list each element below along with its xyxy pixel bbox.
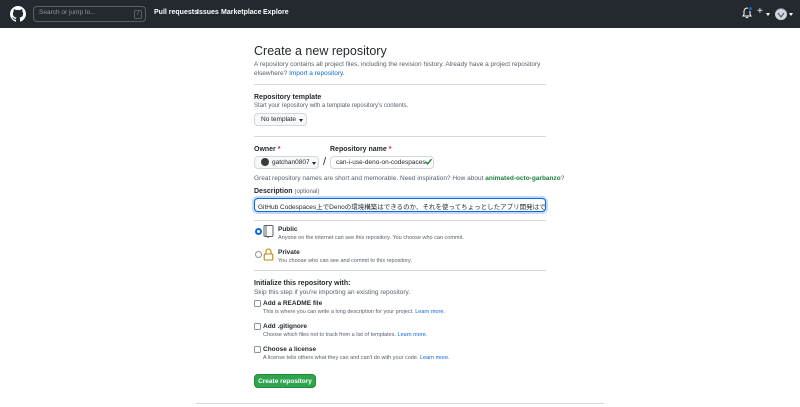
search-placeholder: Search or jump to... — [39, 9, 96, 16]
repo-name-input[interactable]: can-i-use-deno-on-codespaces — [330, 156, 434, 169]
owner-repo-separator: / — [323, 156, 327, 168]
private-title: Private — [278, 249, 300, 256]
init-label: Initialize this repository with: — [254, 280, 351, 287]
owner-label: Owner * — [254, 146, 281, 153]
readme-description: This is where you can write a long descr… — [263, 309, 445, 315]
nav-marketplace[interactable]: Marketplace — [221, 9, 261, 16]
global-header: Search or jump to... / Pull requests Iss… — [0, 0, 800, 28]
repo-icon — [263, 225, 274, 238]
search-input[interactable]: Search or jump to... / — [33, 6, 146, 22]
plus-icon[interactable]: + — [757, 6, 763, 17]
chevron-down-icon — [312, 162, 316, 165]
license-description: A license tells others what they can and… — [263, 355, 450, 361]
readme-learn-more-link[interactable]: Learn more. — [415, 309, 445, 315]
template-label: Repository template — [254, 94, 322, 101]
page-title: Create a new repository — [254, 44, 387, 58]
github-logo-icon[interactable] — [10, 6, 26, 22]
readme-title: Add a README file — [263, 300, 323, 307]
search-shortcut-badge: / — [134, 10, 142, 19]
description-label: Description (optional) — [254, 188, 320, 195]
repo-name-label: Repository name * — [330, 146, 392, 153]
divider — [254, 220, 546, 221]
repo-name-hint: Great repository names are short and mem… — [254, 175, 565, 182]
license-learn-more-link[interactable]: Learn more. — [420, 355, 450, 361]
notification-indicator — [748, 6, 753, 11]
public-radio[interactable] — [255, 228, 262, 235]
nav-issues[interactable]: Issues — [197, 9, 219, 16]
avatar-caret-icon — [789, 13, 793, 16]
user-avatar[interactable] — [775, 8, 787, 20]
name-suggestion-link[interactable]: animated-octo-garbanzo — [485, 175, 560, 182]
license-title: Choose a license — [263, 346, 317, 353]
chevron-down-icon — [299, 119, 303, 122]
template-select-button[interactable]: No template — [254, 113, 307, 126]
import-repository-link[interactable]: Import a repository. — [289, 70, 345, 77]
gitignore-description: Choose which files not to track from a l… — [263, 332, 428, 338]
nav-pull-requests[interactable]: Pull requests — [154, 9, 198, 16]
plus-caret-icon — [766, 13, 770, 16]
gitignore-title: Add .gitignore — [263, 323, 308, 330]
check-icon — [425, 158, 433, 165]
divider — [254, 84, 546, 85]
nav-explore[interactable]: Explore — [263, 9, 289, 16]
page-subtitle: A repository contains all project files,… — [254, 61, 541, 77]
description-input[interactable]: GitHub Codespaces上でDenoの環境構築はできるのか、それを使っ… — [254, 198, 546, 212]
public-description: Anyone on the internet can see this repo… — [278, 235, 464, 241]
create-repository-button[interactable]: Create repository — [254, 374, 316, 388]
footer-divider — [196, 403, 604, 404]
license-checkbox[interactable] — [254, 346, 261, 353]
template-help: Start your repository with a template re… — [254, 103, 409, 109]
init-help: Skip this step if you're importing an ex… — [254, 289, 411, 296]
private-description: You choose who can see and commit to thi… — [278, 258, 412, 264]
gitignore-learn-more-link[interactable]: Learn more. — [398, 332, 428, 338]
readme-checkbox[interactable] — [254, 300, 261, 307]
private-radio[interactable] — [255, 251, 262, 258]
public-title: Public — [278, 226, 298, 233]
divider — [254, 136, 546, 137]
divider — [254, 270, 546, 271]
lock-icon — [263, 248, 274, 261]
owner-avatar — [261, 158, 269, 166]
gitignore-checkbox[interactable] — [254, 323, 261, 330]
